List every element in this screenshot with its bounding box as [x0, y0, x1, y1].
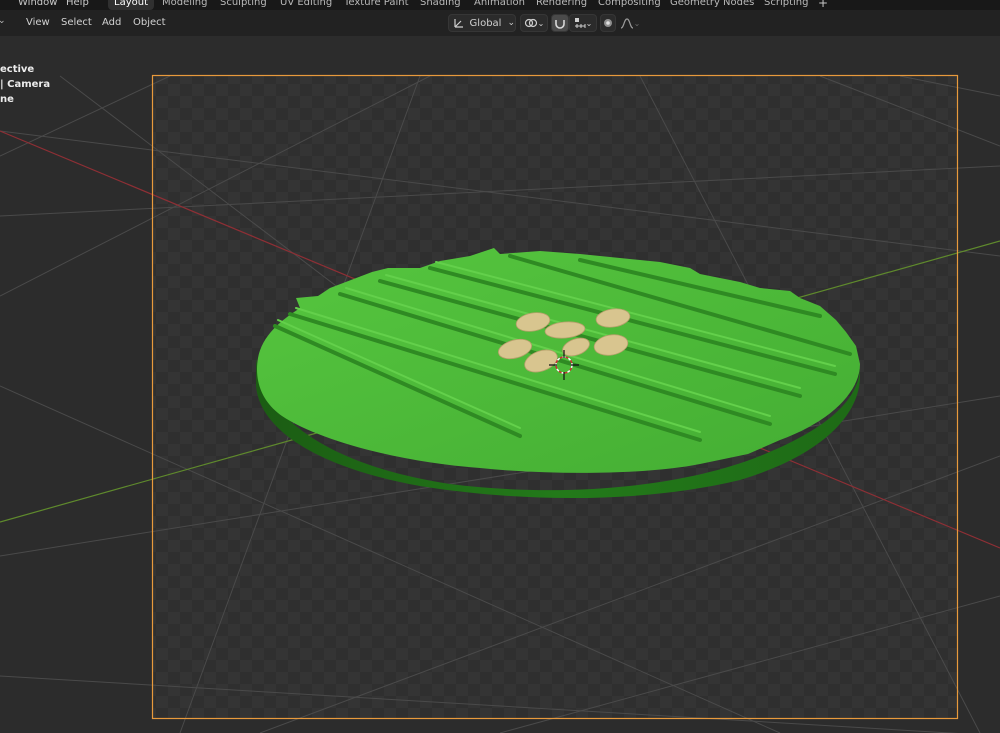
tab-texture-paint[interactable]: Texture Paint [344, 0, 409, 10]
falloff-icon [620, 18, 633, 29]
viewport-canvas[interactable] [0, 36, 1000, 733]
tab-scripting[interactable]: Scripting [764, 0, 808, 10]
transform-orientation-dropdown[interactable]: Global ⌄ [448, 14, 516, 32]
workspace-tab-bar: Window Help Layout Modeling Sculpting UV… [0, 0, 1000, 10]
tab-sculpting[interactable]: Sculpting [220, 0, 267, 10]
snap-toggle[interactable] [551, 14, 569, 32]
viewport-info-overlay: ective | Camera ne [0, 62, 50, 107]
viewport-header: ⌄ View Select Add Object Global ⌄ ⌄ ⌄ ⌄ [0, 10, 1000, 36]
tab-compositing[interactable]: Compositing [598, 0, 661, 10]
proportional-editing-toggle[interactable] [600, 14, 616, 32]
transform-orientation-value: Global [469, 17, 502, 29]
proportional-editing-icon [604, 19, 612, 27]
pivot-point-icon [524, 18, 537, 28]
menu-window[interactable]: Window [18, 0, 57, 10]
menu-help[interactable]: Help [66, 0, 89, 10]
chevron-down-icon: ⌄ [507, 18, 515, 28]
tab-modeling[interactable]: Modeling [162, 0, 208, 10]
proportional-falloff-dropdown[interactable]: ⌄ [618, 14, 642, 32]
menu-add[interactable]: Add [102, 16, 121, 30]
view-perspective-label: ective [0, 64, 35, 75]
chevron-down-icon: ⌄ [585, 18, 593, 28]
tab-shading[interactable]: Shading [420, 0, 461, 10]
chevron-down-icon: ⌄ [537, 18, 545, 28]
object-name-label: ne [0, 94, 14, 105]
menu-select[interactable]: Select [61, 16, 92, 30]
tab-rendering[interactable]: Rendering [536, 0, 587, 10]
3d-viewport[interactable]: ective | Camera ne [0, 36, 1000, 733]
editor-type-chevron-icon[interactable]: ⌄ [0, 16, 6, 26]
camera-label: | Camera [0, 79, 51, 90]
menu-object[interactable]: Object [133, 16, 166, 30]
tab-geometry-nodes[interactable]: Geometry Nodes [670, 0, 754, 10]
pivot-point-dropdown[interactable]: ⌄ [520, 14, 548, 32]
menu-view[interactable]: View [26, 16, 50, 30]
add-workspace-button[interactable]: + [817, 0, 829, 10]
chevron-down-icon: ⌄ [633, 18, 641, 28]
tab-animation[interactable]: Animation [474, 0, 525, 10]
tab-uv-editing[interactable]: UV Editing [280, 0, 332, 10]
tab-layout[interactable]: Layout [108, 0, 154, 10]
snap-target-dropdown[interactable]: ⌄ [569, 14, 597, 32]
transform-orientation-icon [454, 19, 463, 28]
snap-target-icon [574, 18, 586, 28]
snap-icon [555, 20, 565, 29]
